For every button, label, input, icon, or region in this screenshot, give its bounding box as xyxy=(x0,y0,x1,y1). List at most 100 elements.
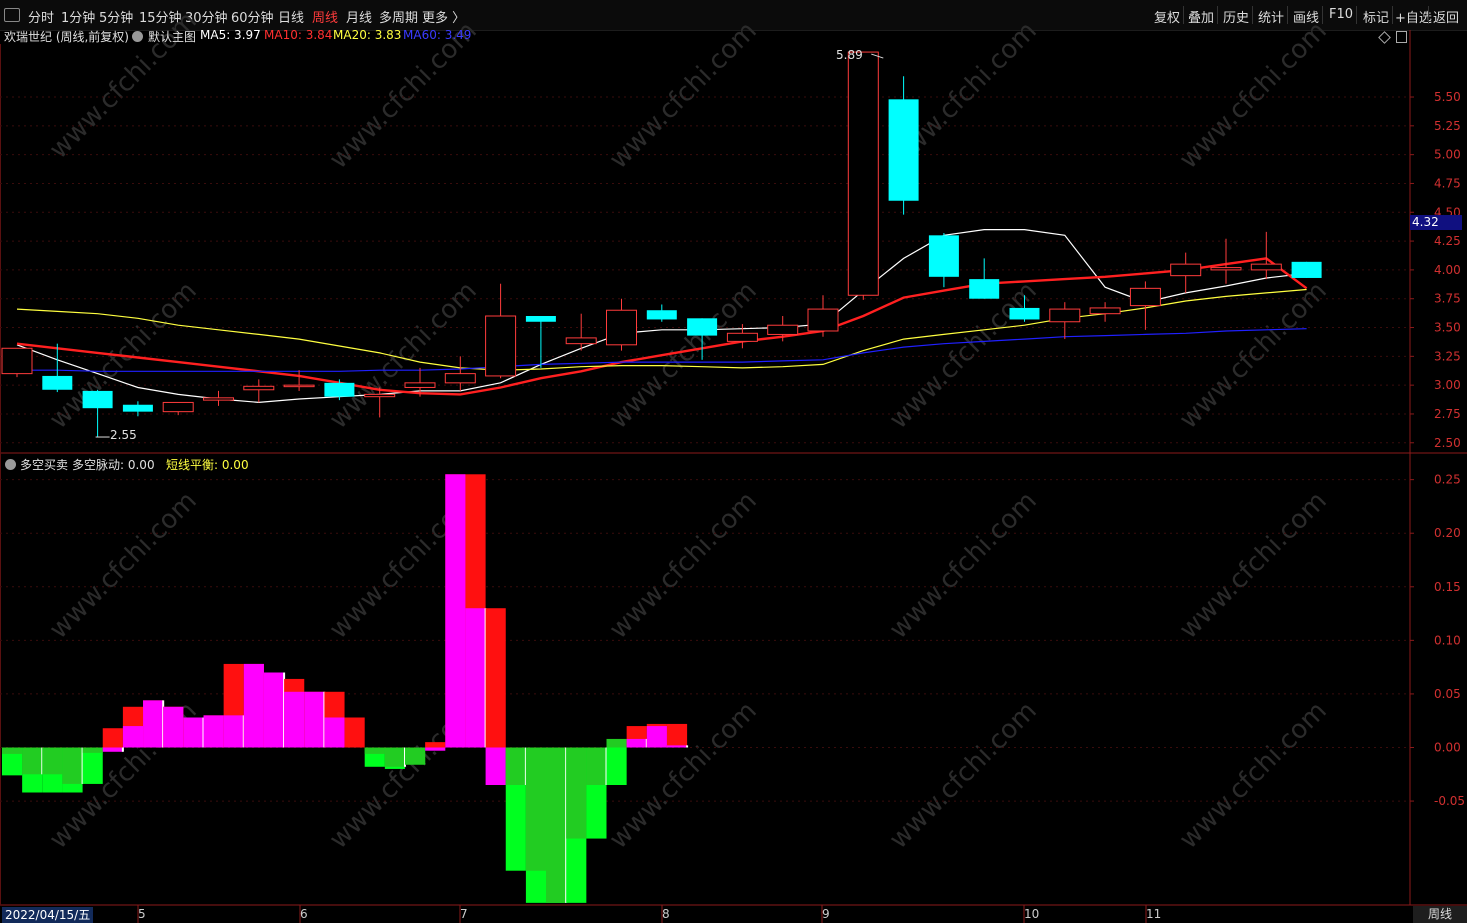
candle-body xyxy=(726,332,758,342)
sub-bar-inner xyxy=(82,747,103,753)
watermark-text: www.cfchi.com xyxy=(44,486,203,645)
sub-bar-inner xyxy=(465,608,486,748)
candle-body xyxy=(1049,308,1081,323)
candle-body xyxy=(1089,307,1121,315)
sub-bar-inner xyxy=(405,747,426,765)
sub-bar-inner xyxy=(223,715,244,748)
candle-body xyxy=(404,382,436,388)
period-indicator[interactable]: 周线 xyxy=(1413,906,1467,923)
candle-body xyxy=(444,373,476,384)
sub-bar-inner xyxy=(364,747,385,754)
watermark-text: www.cfchi.com xyxy=(604,16,763,175)
sub-bar-outer xyxy=(344,717,365,748)
sub-bar-inner xyxy=(304,691,325,748)
sub-bar-outer xyxy=(425,742,446,748)
candle-body xyxy=(324,382,355,397)
candle-body xyxy=(485,315,517,377)
candle-body xyxy=(1,347,33,375)
sub-bar-inner xyxy=(243,663,264,748)
candle-body xyxy=(1170,263,1202,277)
candle-body xyxy=(283,384,315,388)
month-label-6: 6 xyxy=(300,907,308,921)
month-label-7: 7 xyxy=(460,907,468,921)
indicator-line1-value: 多空脉动: 0.00 xyxy=(72,458,155,472)
sub-bar-inner xyxy=(102,747,123,752)
sub-y-tick-label: 0.00 xyxy=(1434,741,1461,755)
main-y-tick-label: 2.75 xyxy=(1434,407,1461,421)
candle-body xyxy=(565,337,597,345)
candle-body xyxy=(243,385,275,391)
sub-y-tick-label: 0.25 xyxy=(1434,473,1461,487)
ma5-label: MA5: 3.97 xyxy=(200,28,261,42)
sub-y-tick-label: 0.05 xyxy=(1434,687,1461,701)
main-y-tick-label: 2.50 xyxy=(1434,436,1461,450)
candle-body xyxy=(807,308,839,332)
sub-bar-outer xyxy=(606,747,627,785)
panel-toggle-icon[interactable] xyxy=(1396,31,1407,43)
sub-bar-inner xyxy=(2,747,23,754)
candle-body xyxy=(767,324,799,335)
watermark-text: www.cfchi.com xyxy=(324,276,483,435)
sub-bar-inner xyxy=(566,747,587,839)
sub-bar-inner xyxy=(284,691,305,748)
main-y-tick-label: 4.25 xyxy=(1434,234,1461,248)
candle-body xyxy=(42,375,73,390)
sub-bar-inner xyxy=(586,747,607,785)
candle-body xyxy=(928,235,959,277)
sub-bar-inner xyxy=(163,706,184,748)
sub-bar-outer xyxy=(485,608,506,748)
cursor-date-label: 2022/04/15/五 xyxy=(2,907,94,923)
sub-bar-inner xyxy=(62,747,83,784)
candle-body xyxy=(364,393,396,398)
watermark-text: www.cfchi.com xyxy=(604,486,763,645)
candle-body xyxy=(82,390,113,409)
sub-bar-outer xyxy=(666,723,688,748)
main-y-tick-label: 3.25 xyxy=(1434,349,1461,363)
sub-y-tick-label: 0.20 xyxy=(1434,526,1461,540)
sub-bar-inner xyxy=(626,738,647,748)
candle-body xyxy=(1210,267,1242,271)
indicator-line2-value: 短线平衡: 0.00 xyxy=(166,458,249,472)
candle-body xyxy=(606,309,637,346)
sub-bar-inner xyxy=(324,717,345,748)
candle-body xyxy=(646,310,677,320)
watermark-text: www.cfchi.com xyxy=(884,696,1043,855)
sub-bar-inner xyxy=(143,700,164,748)
month-label-8: 8 xyxy=(662,907,670,921)
main-y-tick-label: 5.25 xyxy=(1434,119,1461,133)
month-label-5: 5 xyxy=(138,907,146,921)
settings-dropdown-icon[interactable] xyxy=(132,31,143,42)
watermark-text: www.cfchi.com xyxy=(1174,696,1333,855)
candle-body xyxy=(203,397,234,401)
main-y-tick-label: 3.50 xyxy=(1434,321,1461,335)
sub-bar-inner xyxy=(606,738,627,748)
candle-body xyxy=(1129,287,1161,307)
sub-bar-inner xyxy=(263,672,285,748)
sub-bar-inner xyxy=(485,747,506,785)
candle-body xyxy=(1250,263,1282,271)
main-panel-title: 欢瑞世纪 (周线,前复权) xyxy=(4,30,129,44)
sub-bar-inner xyxy=(183,717,204,748)
watermark-text: www.cfchi.com xyxy=(604,276,763,435)
candle-body xyxy=(525,316,556,322)
indicator-dropdown-icon[interactable] xyxy=(5,459,16,470)
ma20-label: MA20: 3.83 xyxy=(333,28,402,42)
sub-bar-inner xyxy=(546,747,567,903)
candle-body xyxy=(969,279,1000,299)
ma60-label: MA60: 3.49 xyxy=(403,28,472,42)
sub-bar-outer xyxy=(102,728,123,748)
high-price-label: 5.89 xyxy=(836,48,863,62)
main-y-tick-label: 4.00 xyxy=(1434,263,1461,277)
sub-bar-outer xyxy=(82,747,103,784)
main-y-tick-label: 4.75 xyxy=(1434,176,1461,190)
sub-bar-inner xyxy=(42,747,63,775)
sub-bar-inner xyxy=(525,747,547,871)
month-label-11: 11 xyxy=(1146,907,1162,921)
template-label[interactable]: 默认主图 xyxy=(148,28,196,45)
ma10-label: MA10: 3.84 xyxy=(264,28,333,42)
watermark-text: www.cfchi.com xyxy=(1174,16,1333,175)
sub-bar-inner xyxy=(425,747,446,751)
main-y-tick-label: 3.00 xyxy=(1434,378,1461,392)
low-price-label: 2.55 xyxy=(110,428,137,442)
indicator-name[interactable]: 多空买卖 xyxy=(20,456,68,473)
